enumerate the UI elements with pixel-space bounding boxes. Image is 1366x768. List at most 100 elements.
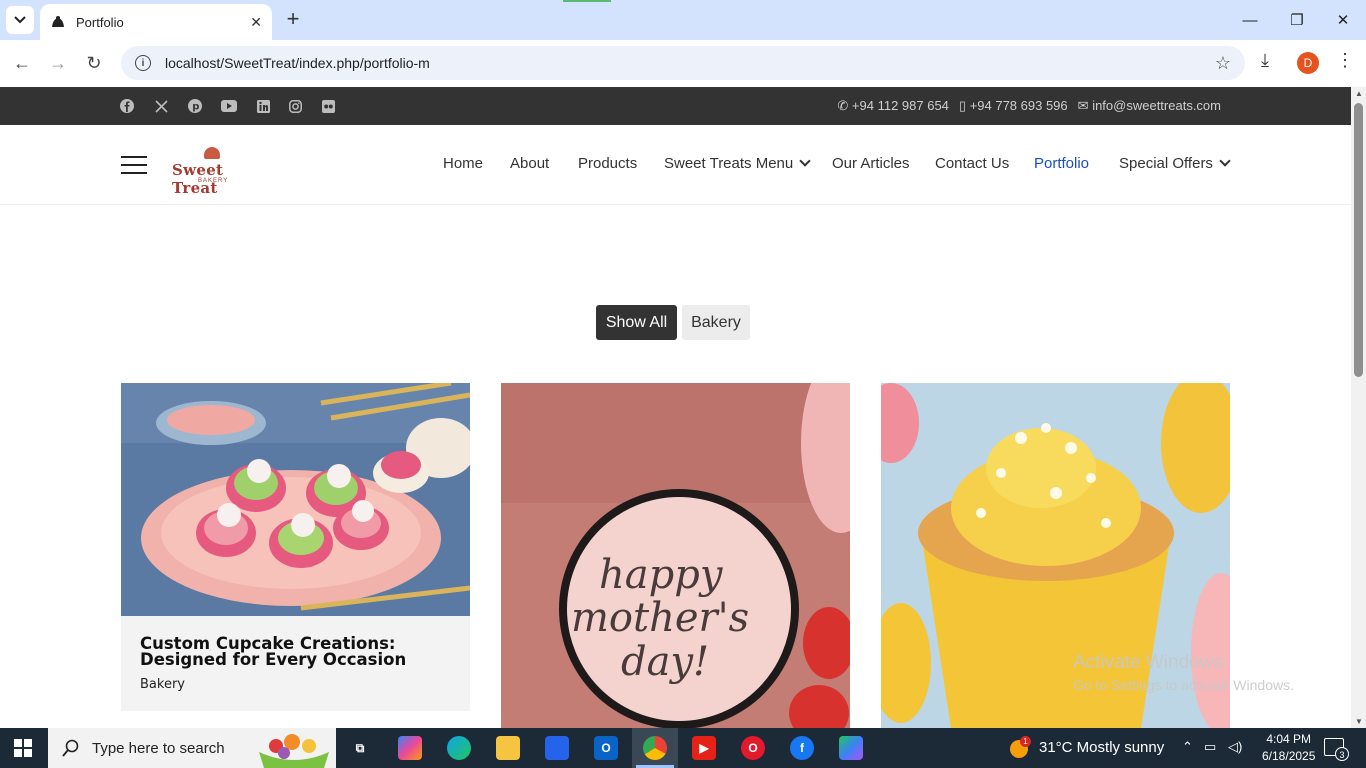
linkedin-icon[interactable]: [254, 97, 272, 115]
filter-show-all-button[interactable]: Show All: [596, 305, 677, 340]
task-view-icon[interactable]: ⧉: [348, 736, 372, 760]
microsoft-store-icon[interactable]: [545, 736, 569, 760]
close-icon[interactable]: ✕: [250, 14, 262, 31]
edge-icon[interactable]: [447, 736, 471, 760]
phone-1[interactable]: ✆ +94 112 987 654: [837, 98, 949, 114]
window-close-icon[interactable]: ✕: [1331, 8, 1355, 32]
volume-icon[interactable]: ◁): [1228, 739, 1242, 755]
scroll-thumb[interactable]: [1354, 103, 1363, 377]
url-text[interactable]: localhost/SweetTreat/index.php/portfolio…: [165, 55, 430, 71]
browser-toolbar: ← → ↻ i localhost/SweetTreat/index.php/p…: [0, 40, 1366, 86]
restore-icon[interactable]: ❐: [1285, 8, 1309, 32]
mobile-icon: ▯: [958, 98, 967, 113]
phone-icon: ✆: [837, 98, 849, 113]
facebook-app-icon[interactable]: f: [790, 736, 814, 760]
outlook-icon[interactable]: O: [594, 736, 618, 760]
taskbar-search[interactable]: Type here to search: [48, 728, 336, 768]
hamburger-menu-icon[interactable]: [121, 156, 147, 174]
tab-title: Portfolio: [76, 14, 124, 30]
phone-2[interactable]: ▯ +94 778 693 596: [959, 98, 1068, 114]
taskbar-clock[interactable]: 4:04 PM 6/18/2025: [1262, 731, 1315, 765]
weather-alert-badge: 1: [1020, 736, 1031, 747]
svg-text:happy: happy: [599, 552, 724, 598]
pinterest-icon[interactable]: p: [186, 97, 204, 115]
nav-sweet-treats-menu-label: Sweet Treats Menu: [664, 155, 794, 172]
contact-info: ✆ +94 112 987 654 ▯ +94 778 693 596 ✉ in…: [837, 98, 1221, 114]
reload-icon[interactable]: ↻: [82, 51, 106, 75]
nav-portfolio[interactable]: Portfolio: [1034, 155, 1089, 172]
address-bar[interactable]: i localhost/SweetTreat/index.php/portfol…: [121, 46, 1245, 80]
nav-sweet-treats-menu[interactable]: Sweet Treats Menu: [664, 155, 811, 172]
back-arrow-icon[interactable]: ←: [10, 51, 34, 75]
cupcakes-plate-image[interactable]: [121, 383, 470, 616]
youtube-icon[interactable]: [220, 97, 238, 115]
svg-text:p: p: [192, 102, 199, 113]
site-favicon-icon: [52, 16, 64, 27]
clock-time: 4:04 PM: [1266, 732, 1312, 746]
logo-subtext: BAKERY: [198, 178, 229, 184]
nav-home[interactable]: Home: [443, 155, 483, 172]
chrome-icon[interactable]: [643, 736, 667, 760]
svg-text:mother's: mother's: [571, 595, 749, 641]
copilot-icon[interactable]: [398, 736, 422, 760]
tab-activity-indicator: [563, 0, 611, 2]
download-icon[interactable]: ⤓: [1261, 50, 1269, 71]
file-explorer-icon[interactable]: [496, 736, 520, 760]
card-title[interactable]: Custom Cupcake Creations: Designed for E…: [140, 635, 450, 668]
svg-text:day!: day!: [621, 639, 709, 685]
x-icon[interactable]: [152, 97, 170, 115]
site-header: Sweet Treat BAKERY Home About Products S…: [0, 125, 1351, 205]
notification-count: 3: [1335, 747, 1349, 761]
envelope-icon: ✉: [1077, 98, 1089, 113]
nav-special-offers-label: Special Offers: [1119, 155, 1213, 172]
fruit-basket-icon: [259, 734, 329, 768]
filter-bakery-button[interactable]: Bakery: [682, 305, 750, 340]
minimize-icon[interactable]: —: [1238, 8, 1262, 32]
site-info-icon[interactable]: i: [135, 55, 151, 71]
card-category[interactable]: Bakery: [140, 677, 185, 692]
weather-text[interactable]: 31°C Mostly sunny: [1039, 739, 1164, 756]
windows-start-icon[interactable]: [14, 739, 32, 757]
battery-icon[interactable]: ▭: [1204, 739, 1216, 755]
chevron-down-icon: [14, 16, 26, 24]
browser-tabstrip: Portfolio ✕ + — ❐ ✕: [0, 0, 1366, 40]
activate-windows-subtitle: Go to Settings to activate Windows.: [1073, 677, 1294, 693]
chevron-down-icon: [1219, 155, 1231, 167]
tab-portfolio[interactable]: Portfolio ✕: [40, 4, 272, 40]
email-link[interactable]: ✉ info@sweettreats.com: [1078, 98, 1221, 114]
tab-search-button[interactable]: [6, 6, 34, 34]
activate-windows-title: Activate Windows: [1073, 652, 1223, 673]
site-logo[interactable]: Sweet Treat BAKERY: [166, 145, 261, 197]
microsoft-365-icon[interactable]: [839, 736, 863, 760]
search-placeholder: Type here to search: [92, 739, 225, 757]
profile-avatar[interactable]: D: [1297, 52, 1319, 74]
phone-1-text: +94 112 987 654: [851, 98, 949, 113]
site-topbar: p ✆ +94 112 987 654 ▯ +94 778 693 596 ✉ …: [0, 87, 1351, 125]
more-menu-icon[interactable]: ⋮: [1336, 50, 1354, 71]
instagram-icon[interactable]: [286, 97, 304, 115]
nav-about[interactable]: About: [510, 155, 549, 172]
tray-chevron-up-icon[interactable]: ⌃: [1182, 739, 1193, 755]
new-tab-button[interactable]: +: [282, 8, 304, 32]
scroll-down-icon[interactable]: ▼: [1355, 717, 1363, 726]
nav-contact-us[interactable]: Contact Us: [935, 155, 1009, 172]
mothers-day-cupcake-image[interactable]: happy mother's day!: [501, 383, 850, 728]
clock-date: 6/18/2025: [1262, 749, 1316, 763]
facebook-icon[interactable]: [118, 97, 136, 115]
nav-special-offers[interactable]: Special Offers: [1119, 155, 1231, 172]
email-text: info@sweettreats.com: [1092, 98, 1221, 113]
chevron-down-icon: [799, 155, 811, 167]
nav-our-articles[interactable]: Our Articles: [832, 155, 910, 172]
portfolio-card[interactable]: Custom Cupcake Creations: Designed for E…: [121, 383, 470, 711]
flickr-icon[interactable]: [319, 97, 337, 115]
forward-arrow-icon[interactable]: →: [46, 51, 70, 75]
phone-2-text: +94 778 693 596: [969, 98, 1068, 113]
cake-logo-icon: [204, 147, 220, 159]
youtube-app-icon[interactable]: ▶: [692, 736, 716, 760]
bookmark-star-icon[interactable]: ☆: [1215, 53, 1231, 74]
page-scrollbar[interactable]: ▲ ▼: [1351, 87, 1366, 728]
scroll-up-icon[interactable]: ▲: [1355, 89, 1363, 98]
portfolio-card-mothers-day[interactable]: happy mother's day!: [501, 383, 850, 728]
opera-icon[interactable]: O: [741, 736, 765, 760]
nav-products[interactable]: Products: [578, 155, 637, 172]
